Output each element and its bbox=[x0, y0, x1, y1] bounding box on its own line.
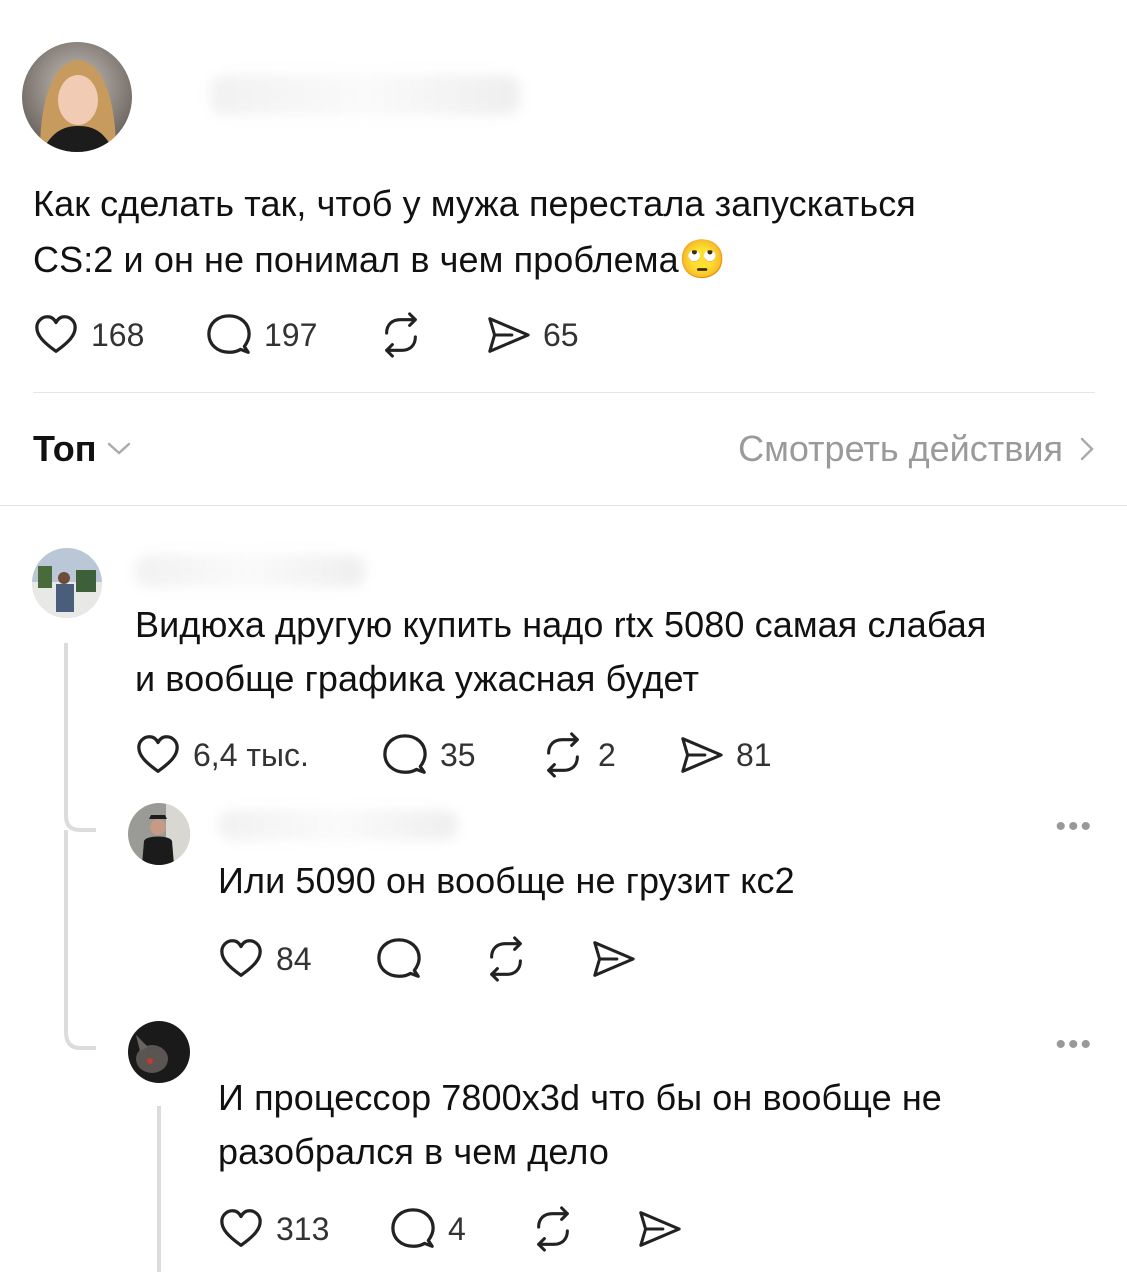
reply-text: И процессор 7800x3d что бы он вообще не … bbox=[218, 1077, 942, 1172]
comment-bubble-icon bbox=[206, 312, 252, 358]
repost-icon bbox=[378, 312, 424, 358]
comment-bubble-icon bbox=[382, 732, 428, 778]
comment-reply-button[interactable]: 35 bbox=[382, 731, 476, 779]
reply-avatar[interactable] bbox=[128, 803, 190, 865]
comment-text: Видюха другую купить надо rtx 5080 самая… bbox=[135, 604, 987, 699]
chevron-down-icon bbox=[108, 442, 131, 455]
thread-line bbox=[157, 1106, 161, 1272]
comment-like-button[interactable]: 6,4 тыс. bbox=[135, 731, 309, 779]
more-options-button[interactable]: ••• bbox=[1055, 812, 1093, 842]
comment-repost-count: 2 bbox=[598, 736, 616, 773]
comment-bubble-icon bbox=[390, 1206, 436, 1252]
heart-icon bbox=[135, 732, 181, 778]
more-options-button[interactable]: ••• bbox=[1055, 1030, 1093, 1060]
heart-icon bbox=[218, 1206, 264, 1252]
reply-like-count: 313 bbox=[276, 1210, 330, 1247]
post-text: Как сделать так, чтоб у мужа перестала з… bbox=[33, 183, 916, 281]
reply-name-blurred[interactable] bbox=[218, 810, 458, 840]
post-comment-count: 197 bbox=[264, 316, 318, 353]
send-icon bbox=[678, 732, 724, 778]
reply-comment-count: 4 bbox=[448, 1210, 466, 1247]
commenter-name-blurred[interactable] bbox=[135, 555, 365, 587]
reply-text: Или 5090 он вообще не грузит кс2 bbox=[218, 860, 795, 901]
send-icon bbox=[485, 312, 531, 358]
thread-line bbox=[64, 643, 68, 813]
post-share-button[interactable]: 65 bbox=[485, 311, 579, 359]
eye-roll-emoji: 🙄 bbox=[678, 239, 727, 281]
comment-repost-button[interactable]: 2 bbox=[540, 731, 616, 779]
reply-share-button[interactable] bbox=[636, 1205, 682, 1253]
thread-branch bbox=[64, 1014, 96, 1050]
thread-line bbox=[64, 830, 68, 1020]
reply-share-button[interactable] bbox=[590, 935, 636, 983]
repost-icon bbox=[530, 1206, 576, 1252]
post-divider bbox=[33, 392, 1095, 393]
reply-comment-button[interactable] bbox=[376, 935, 422, 983]
post-comment-button[interactable]: 197 bbox=[206, 311, 317, 359]
view-activity-label: Смотреть действия bbox=[738, 428, 1063, 469]
comment-like-count: 6,4 тыс. bbox=[193, 736, 309, 773]
post-like-count: 168 bbox=[91, 316, 145, 353]
heart-icon bbox=[33, 312, 79, 358]
comment-share-button[interactable]: 81 bbox=[678, 731, 772, 779]
author-name-blurred[interactable] bbox=[210, 75, 520, 115]
section-divider bbox=[0, 505, 1127, 506]
send-icon bbox=[590, 936, 636, 982]
author-avatar[interactable] bbox=[22, 42, 132, 152]
commenter-avatar[interactable] bbox=[32, 548, 102, 618]
reply-repost-button[interactable] bbox=[530, 1205, 576, 1253]
sort-dropdown[interactable]: Топ bbox=[33, 428, 132, 470]
reply-avatar[interactable] bbox=[128, 1021, 190, 1083]
heart-icon bbox=[218, 936, 264, 982]
reply-like-count: 84 bbox=[276, 940, 312, 977]
post-repost-button[interactable] bbox=[378, 311, 424, 359]
comment-reply-count: 35 bbox=[440, 736, 476, 773]
repost-icon bbox=[483, 936, 529, 982]
post-share-count: 65 bbox=[543, 316, 579, 353]
comment-bubble-icon bbox=[376, 936, 422, 982]
repost-icon bbox=[540, 732, 586, 778]
chevron-right-icon bbox=[1080, 437, 1094, 461]
comment-share-count: 81 bbox=[736, 736, 772, 773]
thread-branch bbox=[64, 796, 96, 832]
reply-like-button[interactable]: 84 bbox=[218, 935, 312, 983]
reply-comment-button[interactable]: 4 bbox=[390, 1205, 466, 1253]
send-icon bbox=[636, 1206, 682, 1252]
view-activity-link[interactable]: Смотреть действия bbox=[738, 428, 1097, 470]
reply-like-button[interactable]: 313 bbox=[218, 1205, 329, 1253]
reply-repost-button[interactable] bbox=[483, 935, 529, 983]
post-like-button[interactable]: 168 bbox=[33, 311, 144, 359]
sort-label: Топ bbox=[33, 428, 97, 469]
